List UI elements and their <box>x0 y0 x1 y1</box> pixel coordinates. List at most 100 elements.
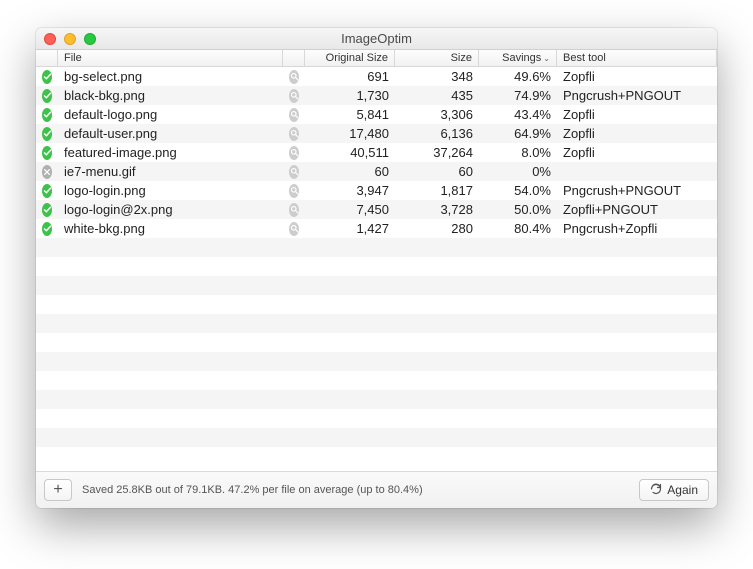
titlebar[interactable]: ImageOptim <box>36 28 717 50</box>
preview-icon[interactable] <box>283 203 305 217</box>
preview-icon[interactable] <box>283 127 305 141</box>
footer-bar: + Saved 25.8KB out of 79.1KB. 47.2% per … <box>36 471 717 508</box>
empty-row <box>36 333 717 352</box>
savings: 74.9% <box>479 88 557 103</box>
empty-row <box>36 428 717 447</box>
status-success-icon <box>36 222 58 236</box>
preview-icon[interactable] <box>283 89 305 103</box>
reload-icon <box>650 483 662 498</box>
best-tool: Zopfli <box>557 69 717 84</box>
file-name: default-logo.png <box>58 107 283 122</box>
best-tool: Pngcrush+Zopfli <box>557 221 717 236</box>
original-size: 3,947 <box>305 183 395 198</box>
file-name: default-user.png <box>58 126 283 141</box>
app-window: ImageOptim File Original Size Size Savin… <box>36 28 717 508</box>
status-success-icon <box>36 146 58 160</box>
traffic-lights <box>36 33 96 45</box>
size: 6,136 <box>395 126 479 141</box>
status-success-icon <box>36 127 58 141</box>
file-name: bg-select.png <box>58 69 283 84</box>
status-success-icon <box>36 184 58 198</box>
status-success-icon <box>36 89 58 103</box>
best-tool: Pngcrush+PNGOUT <box>557 183 717 198</box>
preview-icon[interactable] <box>283 222 305 236</box>
original-size: 7,450 <box>305 202 395 217</box>
size: 280 <box>395 221 479 236</box>
table-row[interactable]: bg-select.png 69134849.6%Zopfli <box>36 67 717 86</box>
best-tool: Zopfli+PNGOUT <box>557 202 717 217</box>
window-title: ImageOptim <box>36 31 717 46</box>
best-tool: Zopfli <box>557 126 717 141</box>
file-name: black-bkg.png <box>58 88 283 103</box>
table-row[interactable]: logo-login.png 3,9471,81754.0%Pngcrush+PN… <box>36 181 717 200</box>
size: 1,817 <box>395 183 479 198</box>
sort-indicator-icon: ⌄ <box>543 54 550 63</box>
preview-icon[interactable] <box>283 70 305 84</box>
empty-row <box>36 352 717 371</box>
status-success-icon <box>36 203 58 217</box>
close-button[interactable] <box>44 33 56 45</box>
empty-row <box>36 371 717 390</box>
status-fail-icon <box>36 165 58 179</box>
table-headers: File Original Size Size Savings ⌄ Best t… <box>36 50 717 67</box>
original-size: 17,480 <box>305 126 395 141</box>
empty-row <box>36 276 717 295</box>
empty-row <box>36 238 717 257</box>
column-file[interactable]: File <box>58 50 283 66</box>
savings: 54.0% <box>479 183 557 198</box>
minimize-button[interactable] <box>64 33 76 45</box>
savings: 64.9% <box>479 126 557 141</box>
table-row[interactable]: ie7-menu.gif60600% <box>36 162 717 181</box>
preview-icon[interactable] <box>283 165 305 179</box>
original-size: 1,730 <box>305 88 395 103</box>
file-name: logo-login@2x.png <box>58 202 283 217</box>
size: 435 <box>395 88 479 103</box>
status-success-icon <box>36 70 58 84</box>
size: 3,306 <box>395 107 479 122</box>
savings: 80.4% <box>479 221 557 236</box>
column-savings-label: Savings <box>502 52 541 64</box>
original-size: 60 <box>305 164 395 179</box>
savings: 49.6% <box>479 69 557 84</box>
again-label: Again <box>667 483 698 497</box>
table-row[interactable]: default-user.png 17,4806,13664.9%Zopfli <box>36 124 717 143</box>
again-button[interactable]: Again <box>639 479 709 501</box>
savings: 0% <box>479 164 557 179</box>
best-tool: Zopfli <box>557 107 717 122</box>
file-name: featured-image.png <box>58 145 283 160</box>
savings: 8.0% <box>479 145 557 160</box>
original-size: 40,511 <box>305 145 395 160</box>
column-original-size[interactable]: Original Size <box>305 50 395 66</box>
zoom-button[interactable] <box>84 33 96 45</box>
column-preview[interactable] <box>283 50 305 66</box>
size: 3,728 <box>395 202 479 217</box>
savings: 50.0% <box>479 202 557 217</box>
table-row[interactable]: black-bkg.png 1,73043574.9%Pngcrush+PNGOU… <box>36 86 717 105</box>
empty-row <box>36 257 717 276</box>
table-row[interactable]: featured-image.png40,51137,2648.0%Zopfli <box>36 143 717 162</box>
file-name: ie7-menu.gif <box>58 164 283 179</box>
add-button[interactable]: + <box>44 479 72 501</box>
empty-row <box>36 314 717 333</box>
column-best-tool[interactable]: Best tool <box>557 50 717 66</box>
preview-icon[interactable] <box>283 146 305 160</box>
size: 348 <box>395 69 479 84</box>
empty-row <box>36 390 717 409</box>
status-text: Saved 25.8KB out of 79.1KB. 47.2% per fi… <box>82 484 423 496</box>
table-row[interactable]: white-bkg.png 1,42728080.4%Pngcrush+Zopfl… <box>36 219 717 238</box>
empty-row <box>36 295 717 314</box>
column-size[interactable]: Size <box>395 50 479 66</box>
preview-icon[interactable] <box>283 184 305 198</box>
column-status[interactable] <box>36 50 58 66</box>
original-size: 691 <box>305 69 395 84</box>
file-name: white-bkg.png <box>58 221 283 236</box>
table-row[interactable]: logo-login@2x.png 7,4503,72850.0%Zopfli+P… <box>36 200 717 219</box>
preview-icon[interactable] <box>283 108 305 122</box>
column-savings[interactable]: Savings ⌄ <box>479 50 557 66</box>
original-size: 1,427 <box>305 221 395 236</box>
table-row[interactable]: default-logo.png5,8413,30643.4%Zopfli <box>36 105 717 124</box>
file-name: logo-login.png <box>58 183 283 198</box>
empty-row <box>36 409 717 428</box>
best-tool: Pngcrush+PNGOUT <box>557 88 717 103</box>
table-body[interactable]: bg-select.png69134849.6%Zopfliblack-bkg.… <box>36 67 717 471</box>
